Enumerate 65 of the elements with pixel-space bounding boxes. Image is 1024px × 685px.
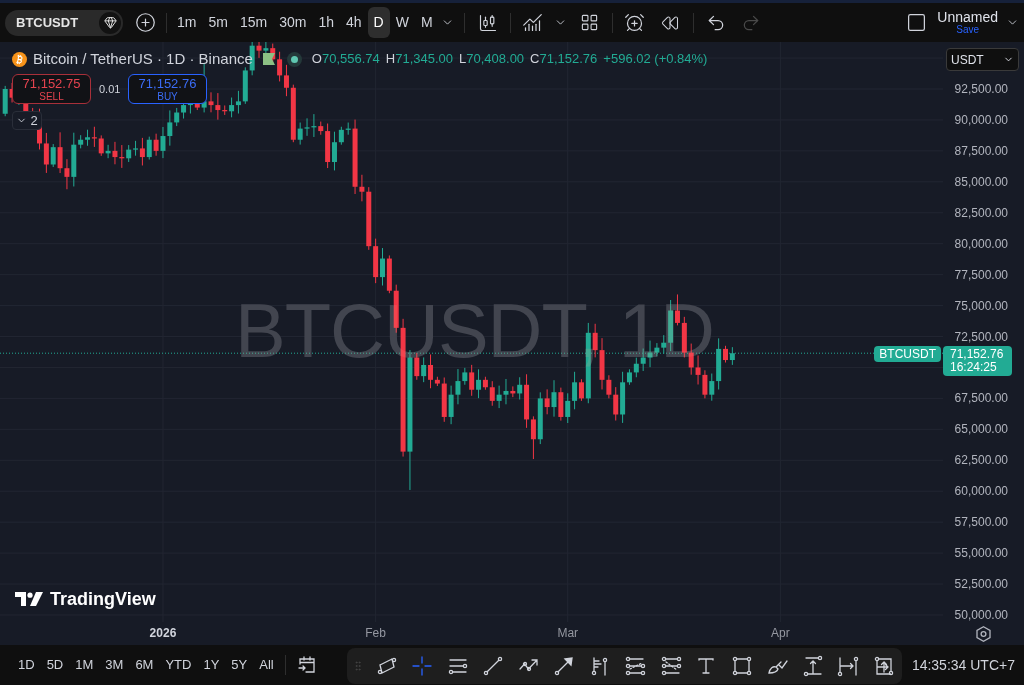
line-and-bars-icon — [522, 12, 544, 33]
price-axis-label: 92,500.00 — [954, 81, 1008, 97]
price-axis-label: 60,000.00 — [954, 483, 1008, 500]
currency-select[interactable]: USDT — [946, 48, 1019, 71]
range-button[interactable]: 1M — [70, 652, 99, 678]
price-axis-label: 72,500.00 — [954, 328, 1008, 345]
dashed-levels-icon — [659, 655, 682, 677]
interval-tab[interactable]: 1m — [171, 7, 203, 38]
interval-tab[interactable]: 15m — [233, 7, 274, 38]
clock: 14:35:34 UTC+7 — [911, 655, 1016, 675]
range-button[interactable]: YTD — [160, 652, 197, 678]
settings-icon — [976, 625, 991, 642]
square-icon — [905, 12, 927, 33]
interval-tab[interactable]: M — [414, 7, 439, 38]
price-axis-label: 77,500.00 — [954, 266, 1008, 283]
time-axis-label: 2026 — [149, 626, 177, 640]
candles-icon — [477, 12, 498, 33]
time-axis-label: Feb — [365, 626, 386, 640]
price-axis-label: 65,000.00 — [954, 421, 1008, 438]
interval-tab[interactable]: 1h — [312, 7, 340, 38]
interval-tab[interactable]: W — [389, 7, 415, 38]
range-button[interactable]: 5D — [41, 652, 69, 678]
rewind-icon — [660, 13, 679, 32]
time-axis-label: Apr — [771, 626, 790, 640]
interval-tab[interactable]: 5m — [202, 7, 234, 38]
range-button[interactable]: 3M — [100, 652, 129, 678]
price-axis-label: 90,000.00 — [954, 111, 1008, 128]
time-axis-label: Mar — [557, 626, 579, 640]
parallel-lines-icon — [375, 655, 398, 677]
symbol-button[interactable]: BTCUSDT — [5, 9, 123, 36]
price-axis-label: 87,500.00 — [954, 142, 1008, 159]
plus-circle-icon — [134, 12, 156, 33]
price-axis-label: 55,000.00 — [954, 545, 1008, 562]
price-axis-label: 82,500.00 — [954, 204, 1008, 221]
range-button[interactable]: 6M — [130, 652, 159, 678]
arrow-icon — [553, 655, 576, 677]
range-button[interactable]: All — [254, 652, 279, 678]
last-price: 71,152.76 — [950, 348, 1005, 361]
price-axis-label: 80,000.00 — [954, 235, 1008, 252]
price-axis-label: 75,000.00 — [954, 297, 1008, 314]
alarm-clock-plus-icon — [624, 12, 646, 33]
line-segment-icon — [482, 655, 505, 677]
price-axis-label: 57,500.00 — [954, 514, 1008, 531]
layout-name-button[interactable]: Unnamed Save — [937, 10, 998, 35]
crosshair-icon — [411, 655, 434, 677]
price-axis-label: 67,500.00 — [954, 390, 1008, 407]
interval-tab[interactable]: D — [367, 7, 390, 38]
price-axis-label: 62,500.00 — [954, 452, 1008, 469]
dashed-levels-icon — [624, 655, 647, 677]
price-axis-label: 52,500.00 — [954, 576, 1008, 593]
range-button[interactable]: 5Y — [226, 652, 253, 678]
bar-countdown: 16:24:25 — [950, 361, 998, 374]
interval-tab[interactable]: 30m — [273, 7, 313, 38]
cross-arrows-box-icon — [872, 655, 895, 677]
range-button[interactable]: 1Y — [198, 652, 225, 678]
calendar-arrow-icon — [296, 655, 317, 675]
price-axis-label: 50,000.00 — [954, 606, 1008, 623]
vertical-range-icon — [801, 655, 824, 677]
gem-icon — [99, 11, 121, 34]
range-button[interactable]: 1D — [13, 652, 40, 678]
rectangle-icon — [730, 655, 753, 677]
horizontal-range-icon — [837, 655, 860, 677]
interval-tab[interactable]: 4h — [339, 7, 368, 38]
grid-icon — [580, 13, 600, 32]
price-axis-label: 85,000.00 — [954, 173, 1008, 190]
